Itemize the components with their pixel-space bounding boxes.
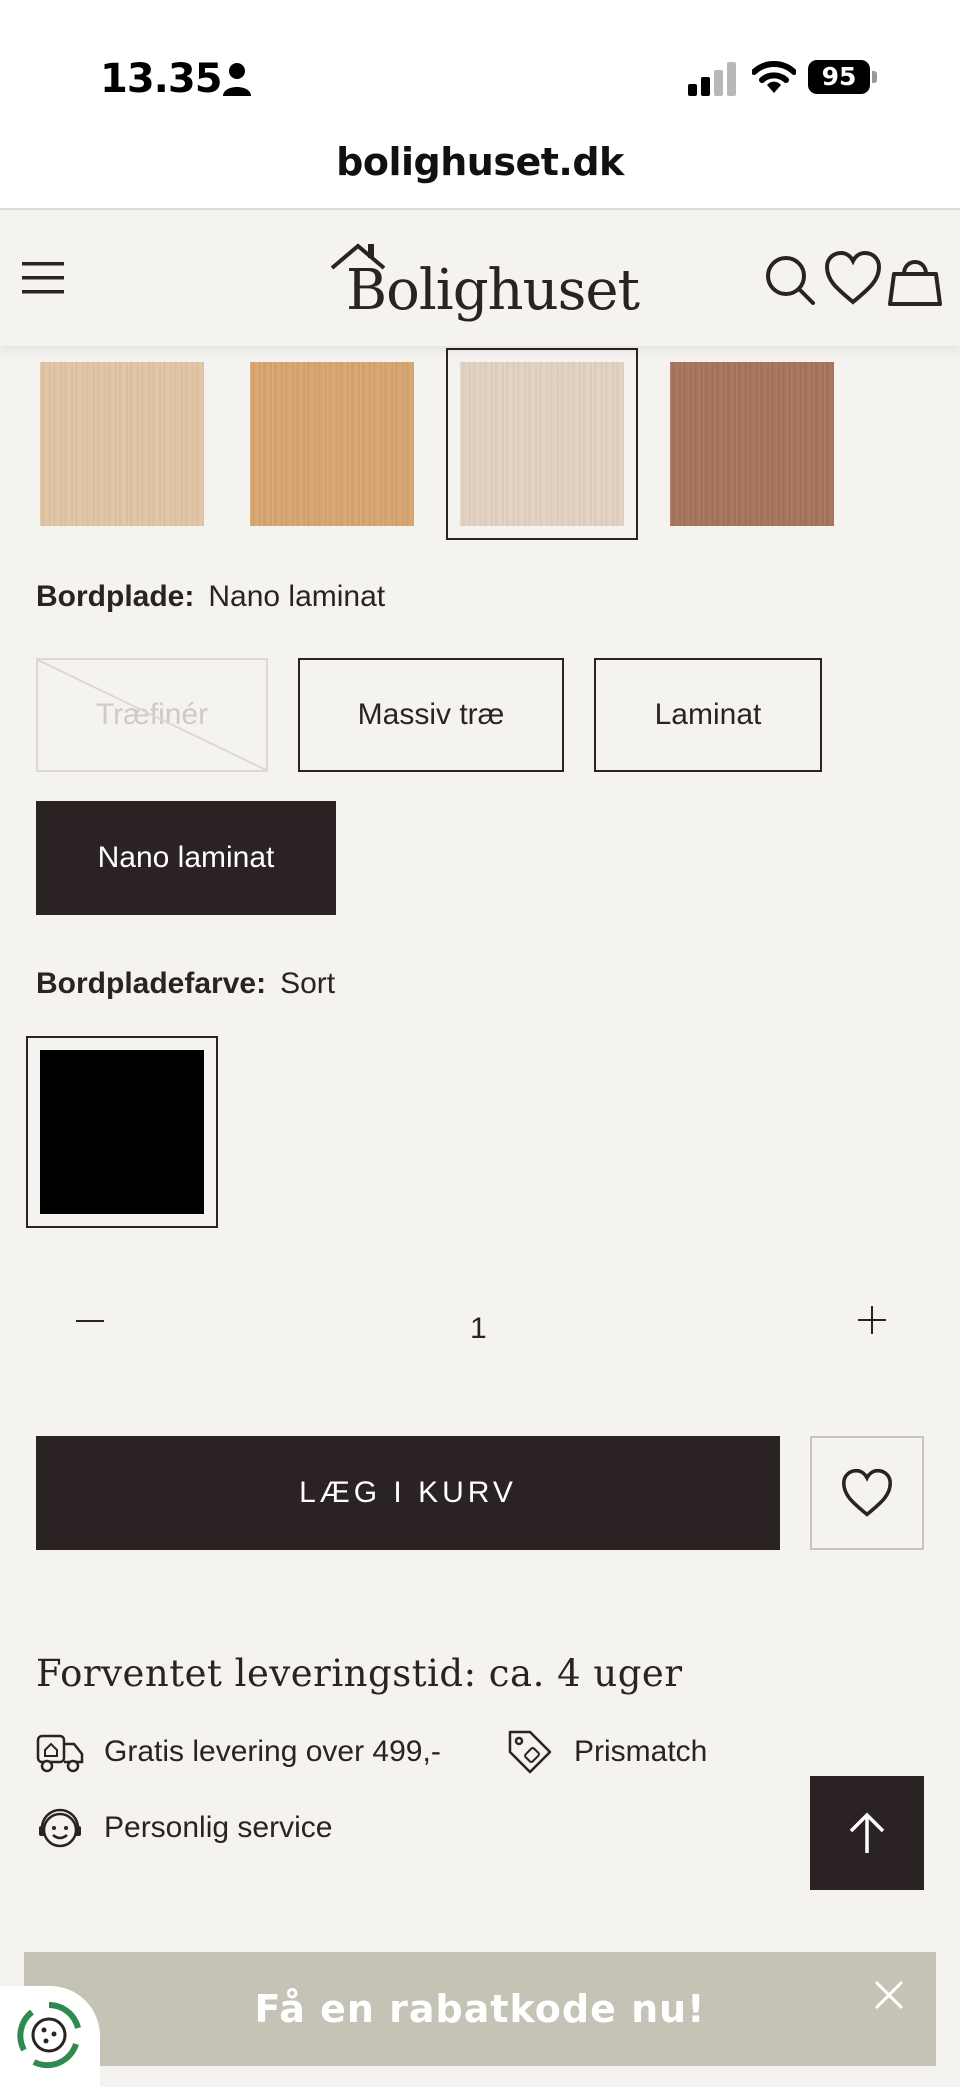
shopping-bag-icon[interactable] (888, 252, 942, 308)
quantity-increase-button[interactable] (858, 1306, 886, 1334)
color-swatch-sort[interactable] (26, 1036, 218, 1228)
scroll-to-top-button[interactable] (810, 1776, 924, 1890)
add-to-cart-button[interactable]: LÆG I KURV (36, 1436, 780, 1550)
cookie-settings-button[interactable] (0, 1986, 100, 2087)
option-massiv-trae[interactable]: Massiv træ (298, 658, 564, 772)
swatch-light-oak[interactable] (40, 362, 204, 526)
usp-label: Prismatch (574, 1735, 708, 1768)
option-label: Laminat (654, 698, 762, 731)
delivery-time: Forventet leveringstid: ca. 4 uger (36, 1652, 683, 1695)
wifi-icon (752, 61, 796, 93)
usp-free-delivery: Gratis levering over 499,- (36, 1728, 441, 1776)
headset-service-icon (39, 1808, 81, 1848)
tabletop-color-value: Sort (280, 967, 336, 1000)
tabletop-color-label: Bordpladefarve: (36, 967, 267, 1000)
battery-level: 95 (808, 60, 870, 94)
heart-icon (841, 1468, 893, 1517)
discount-code-label: Få en rabatkode nu! (254, 1987, 706, 2031)
cookie-icon (17, 2002, 81, 2069)
tabletop-color-label-row: Bordpladefarve: Sort (36, 967, 335, 1001)
add-to-cart-label: LÆG I KURV (299, 1476, 517, 1509)
unavailable-strike-icon (38, 660, 266, 770)
quantity-decrease-button[interactable] (76, 1320, 104, 1322)
usp-price-match: Prismatch (506, 1728, 707, 1776)
tabletop-label: Bordplade: (36, 580, 195, 613)
delivery-truck-icon (36, 1734, 84, 1773)
site-logo[interactable]: Bolighuset (328, 238, 640, 328)
site-header: Bolighuset (0, 210, 960, 346)
close-icon[interactable] (874, 1980, 904, 2010)
usp-personal-service: Personlig service (36, 1804, 332, 1852)
quantity-value[interactable]: 1 (470, 1312, 487, 1346)
logo-text: Bolighuset (346, 258, 640, 323)
swatch-walnut[interactable] (670, 362, 834, 526)
option-laminat[interactable]: Laminat (594, 658, 822, 772)
address-bar-url[interactable]: bolighuset.dk (0, 140, 960, 184)
option-label: Nano laminat (97, 841, 275, 874)
option-traefiner[interactable]: Træfinér (36, 658, 268, 772)
price-tag-icon (508, 1730, 552, 1774)
person-icon (223, 63, 251, 96)
swatch-white-oak[interactable] (446, 348, 638, 540)
wishlist-heart-icon[interactable] (824, 250, 882, 306)
option-label: Massiv træ (357, 698, 505, 731)
search-icon[interactable] (764, 254, 816, 306)
tabletop-value: Nano laminat (208, 580, 386, 613)
hamburger-menu-icon[interactable] (22, 258, 66, 298)
battery-indicator: 95 (808, 60, 878, 94)
tabletop-label-row: Bordplade: Nano laminat (36, 580, 385, 614)
usp-label: Personlig service (104, 1811, 333, 1844)
cellular-signal-icon (688, 62, 736, 96)
status-time: 13.35 (100, 56, 223, 102)
usp-label: Gratis levering over 499,- (104, 1735, 441, 1768)
option-nano-laminat[interactable]: Nano laminat (36, 801, 336, 915)
arrow-up-icon (849, 1812, 885, 1853)
discount-code-banner[interactable]: Få en rabatkode nu! (24, 1952, 936, 2066)
add-to-wishlist-button[interactable] (810, 1436, 924, 1550)
swatch-oak[interactable] (250, 362, 414, 526)
